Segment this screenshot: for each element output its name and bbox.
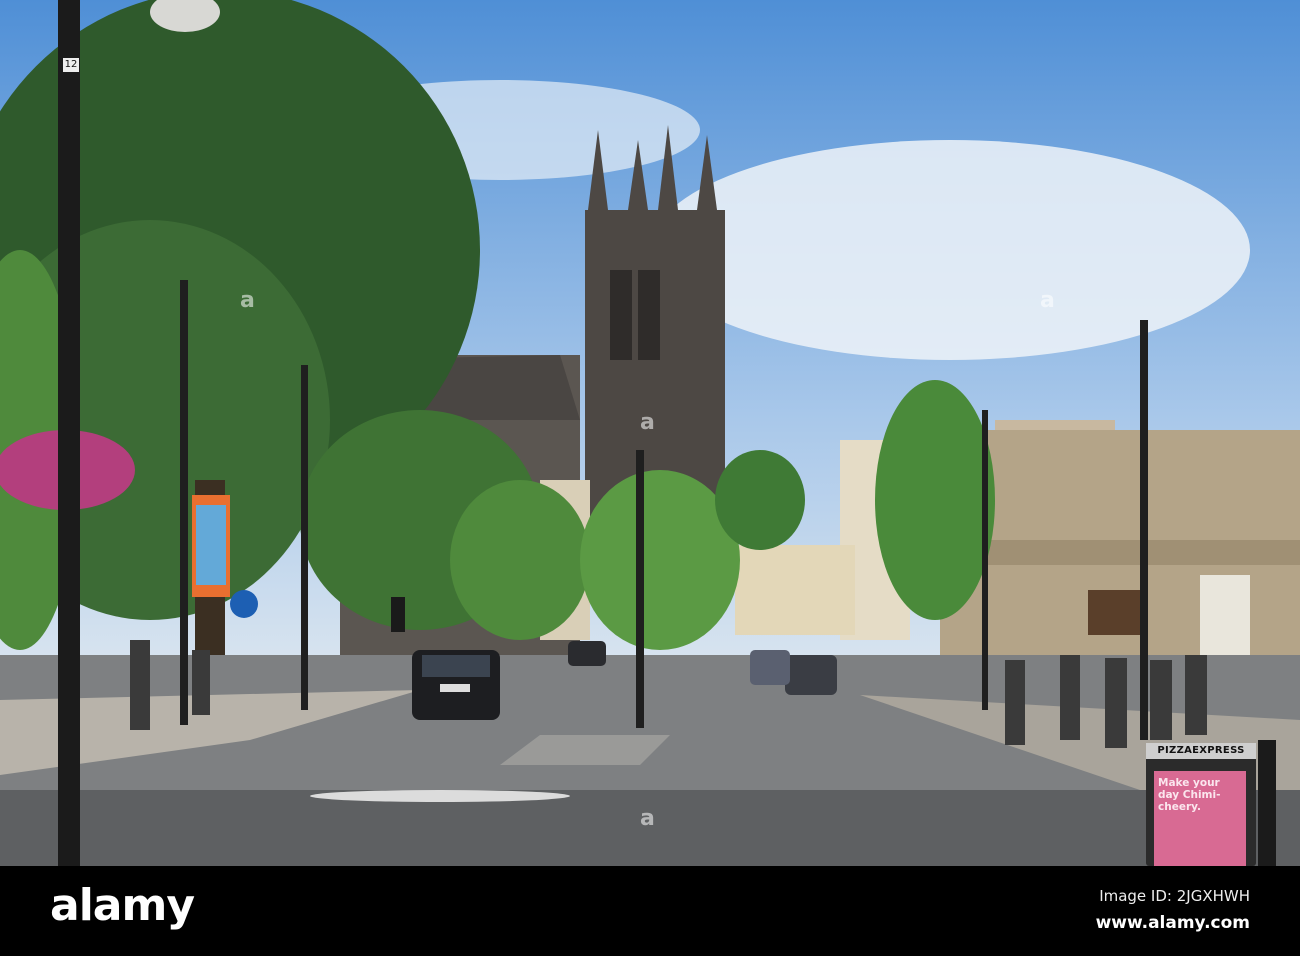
cloud	[650, 140, 1250, 360]
lamp-post	[982, 410, 988, 710]
car	[568, 641, 606, 666]
car	[785, 655, 837, 695]
car-dark-suv	[412, 650, 500, 720]
lamp-post	[301, 365, 308, 710]
car	[750, 650, 790, 685]
watermark-mark: a	[240, 288, 255, 313]
watermark-mark: a	[1040, 288, 1055, 313]
lamp-post	[1140, 320, 1148, 740]
image-id: Image ID: 2JGXHWH	[1099, 887, 1250, 905]
stock-photo: 12 PIZZAEXPRESS Make your day Chimi-chee…	[0, 0, 1300, 956]
watermark-bar	[0, 866, 1300, 956]
lamp-post	[58, 0, 80, 866]
lamp-post-number: 12	[63, 58, 79, 72]
bollard	[1258, 740, 1276, 866]
sign-poster: Make your day Chimi-cheery.	[1154, 771, 1246, 866]
pizzaexpress-a-board-sign: PIZZAEXPRESS Make your day Chimi-cheery.	[1146, 743, 1256, 866]
website: www.alamy.com	[1095, 913, 1250, 933]
alamy-logo: alamy	[50, 880, 195, 931]
direction-sign	[1088, 590, 1140, 635]
watermark-mark: a	[640, 806, 655, 831]
roundabout-sign	[230, 590, 258, 618]
lamp-post	[636, 450, 644, 728]
lamp-post	[180, 280, 188, 725]
sign-headline: Make your day Chimi-cheery.	[1158, 777, 1221, 813]
watermark-mark: a	[640, 410, 655, 435]
traffic-light	[391, 597, 405, 632]
sign-brand: PIZZAEXPRESS	[1146, 743, 1256, 759]
roundabout-marking	[310, 790, 570, 802]
